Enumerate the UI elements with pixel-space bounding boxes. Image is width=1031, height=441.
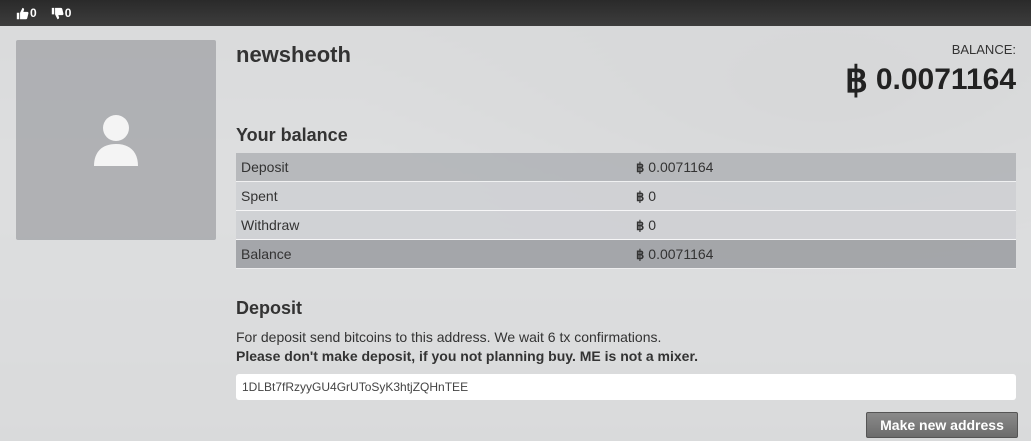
dislike-button[interactable]: 0	[51, 6, 72, 20]
username: newsheoth	[236, 42, 351, 67]
your-balance-title: Your balance	[236, 125, 348, 145]
like-count: 0	[30, 6, 37, 20]
avatar	[16, 40, 216, 240]
deposit-instructions: For deposit send bitcoins to this addres…	[236, 328, 698, 366]
deposit-warning: Please don't make deposit, if you not pl…	[236, 347, 698, 366]
header-balance: BALANCE: ฿ 0.0071164	[845, 42, 1016, 101]
table-row: Spent ฿ 0	[236, 181, 1016, 211]
row-amount: 0.0071164	[648, 245, 714, 262]
balance-amount: 0.0071164	[875, 63, 1016, 96]
balance-table: Deposit ฿ 0.0071164 Spent ฿ 0 Withdraw ฿ 0 …	[236, 153, 1016, 269]
deposit-title: Deposit	[236, 298, 303, 318]
deposit-warning-text: Please don't make deposit, if you not pl…	[236, 348, 699, 364]
dislike-count: 0	[64, 6, 72, 20]
balance-label: BALANCE:	[951, 42, 1016, 57]
thumbs-down-icon	[51, 7, 64, 19]
deposit-address-field[interactable]: 1DLBt7fRzyyGU4GrUToSyK3htjZQHnTEE	[236, 374, 1016, 400]
row-value: ฿ 0	[631, 210, 1016, 240]
bitcoin-icon: ฿	[636, 159, 645, 175]
like-button[interactable]: 0	[16, 6, 37, 20]
thumbs-up-icon	[16, 7, 29, 19]
balance-amount-row: ฿ 0.0071164	[845, 59, 1016, 101]
bitcoin-icon: ฿	[636, 188, 645, 204]
user-icon	[94, 115, 138, 166]
row-value: ฿ 0.0071164	[631, 239, 1016, 269]
top-bar: 0 0	[0, 0, 1031, 26]
bitcoin-icon: ฿	[636, 246, 645, 262]
row-value: ฿ 0	[631, 181, 1016, 211]
make-new-address-button[interactable]: Make new address	[866, 412, 1018, 438]
row-label: Spent	[236, 181, 631, 211]
table-row: Deposit ฿ 0.0071164	[236, 153, 1016, 182]
table-row: Withdraw ฿ 0	[236, 210, 1016, 240]
row-label: Balance	[236, 239, 631, 269]
deposit-info: For deposit send bitcoins to this addres…	[236, 329, 662, 345]
bitcoin-icon: ฿	[636, 217, 645, 233]
profile-panel: newsheoth BALANCE: ฿ 0.0071164 Your bala…	[0, 26, 1031, 441]
bitcoin-icon: ฿	[844, 59, 868, 100]
row-value: ฿ 0.0071164	[631, 153, 1016, 182]
table-row-total: Balance ฿ 0.0071164	[236, 239, 1016, 269]
row-amount: 0	[648, 187, 657, 204]
row-amount: 0	[648, 216, 657, 233]
row-amount: 0.0071164	[648, 158, 714, 175]
row-label: Withdraw	[236, 210, 631, 240]
row-label: Deposit	[236, 153, 631, 182]
